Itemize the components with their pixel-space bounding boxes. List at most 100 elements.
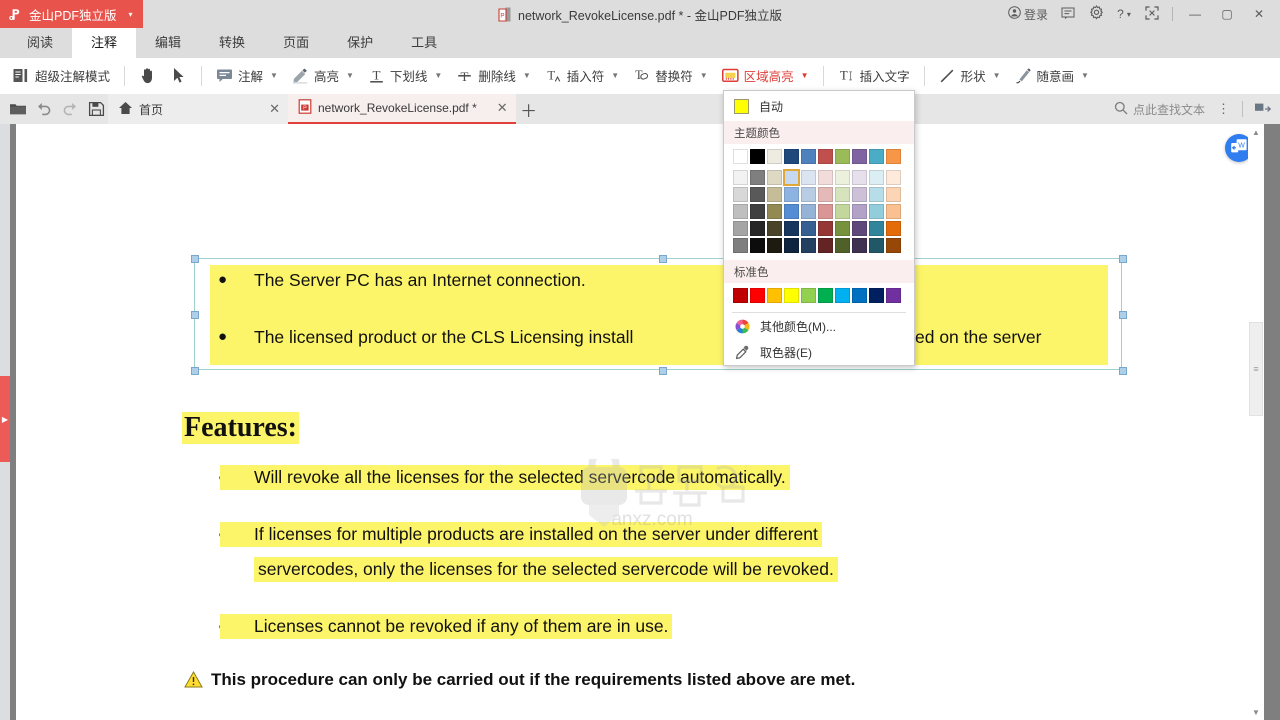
theme-shade-swatch-1-6[interactable]	[835, 187, 850, 202]
hand-tool-button[interactable]	[132, 61, 163, 91]
theme-shade-swatch-2-7[interactable]	[852, 204, 867, 219]
theme-shade-swatch-3-3[interactable]	[784, 221, 799, 236]
theme-shade-swatch-0-5[interactable]	[818, 170, 833, 185]
theme-shade-swatch-4-8[interactable]	[869, 238, 884, 253]
close-button[interactable]: ✕	[1244, 0, 1274, 28]
theme-shade-swatch-0-2[interactable]	[767, 170, 782, 185]
resize-handle-nw[interactable]	[191, 255, 199, 263]
undo-icon[interactable]	[32, 97, 56, 121]
theme-shade-swatch-4-3[interactable]	[784, 238, 799, 253]
theme-shade-swatch-3-0[interactable]	[733, 221, 748, 236]
theme-shade-swatch-3-9[interactable]	[886, 221, 901, 236]
theme-shade-swatch-4-6[interactable]	[835, 238, 850, 253]
chevron-down-icon[interactable]: ▼	[270, 71, 278, 80]
tab-edit[interactable]: 编辑	[136, 28, 200, 58]
highlight-button[interactable]: 高亮 ▼	[285, 61, 361, 91]
standard-color-swatch-2[interactable]	[767, 288, 782, 303]
theme-color-swatch-2[interactable]	[767, 149, 782, 164]
theme-shade-swatch-1-1[interactable]	[750, 187, 765, 202]
theme-shade-swatch-2-8[interactable]	[869, 204, 884, 219]
chevron-down-icon[interactable]: ▾	[129, 10, 133, 19]
close-icon[interactable]: ✕	[483, 100, 508, 116]
color-auto-item[interactable]: 自动	[724, 94, 914, 118]
theme-shade-swatch-3-7[interactable]	[852, 221, 867, 236]
theme-shade-swatch-1-7[interactable]	[852, 187, 867, 202]
freehand-draw-button[interactable]: 随意画 ▼	[1008, 61, 1096, 91]
standard-color-swatch-3[interactable]	[784, 288, 799, 303]
settings-button[interactable]	[1083, 1, 1109, 27]
theme-color-swatch-0[interactable]	[733, 149, 748, 164]
theme-shade-swatch-3-1[interactable]	[750, 221, 765, 236]
vertical-scrollbar[interactable]: ▲ ≡ ▼	[1248, 124, 1264, 720]
document-page[interactable]: ● The Server PC has an Internet connecti…	[16, 124, 1237, 720]
theme-shade-swatch-4-0[interactable]	[733, 238, 748, 253]
theme-shade-swatch-2-9[interactable]	[886, 204, 901, 219]
tab-annotate[interactable]: 注释	[72, 28, 137, 58]
help-button[interactable]: ? ▾	[1111, 1, 1137, 27]
new-tab-button[interactable]: ＋	[516, 96, 542, 122]
shape-button[interactable]: 形状 ▼	[932, 61, 1008, 91]
chevron-down-icon[interactable]: ▼	[346, 71, 354, 80]
theme-shade-swatch-1-8[interactable]	[869, 187, 884, 202]
find-text-box[interactable]: 点此查找文本	[1110, 101, 1209, 118]
theme-shade-swatch-1-0[interactable]	[733, 187, 748, 202]
theme-shade-swatch-1-3[interactable]	[784, 187, 799, 202]
theme-shade-swatch-2-6[interactable]	[835, 204, 850, 219]
theme-shade-swatch-1-4[interactable]	[801, 187, 816, 202]
tab-page[interactable]: 页面	[264, 28, 328, 58]
theme-shade-swatch-3-5[interactable]	[818, 221, 833, 236]
tab-home[interactable]: 首页 ✕	[108, 94, 288, 124]
theme-color-swatch-6[interactable]	[835, 149, 850, 164]
theme-shade-swatch-0-7[interactable]	[852, 170, 867, 185]
super-annotate-mode-button[interactable]: 超级注解模式	[6, 61, 117, 91]
theme-shade-swatch-3-2[interactable]	[767, 221, 782, 236]
tab-protect[interactable]: 保护	[328, 28, 392, 58]
theme-shade-swatch-4-2[interactable]	[767, 238, 782, 253]
underline-button[interactable]: T 下划线 ▼	[361, 61, 449, 91]
chevron-down-icon[interactable]: ▼	[801, 71, 809, 80]
theme-color-swatch-9[interactable]	[886, 149, 901, 164]
fullscreen-button[interactable]	[1139, 1, 1165, 27]
resize-handle-sw[interactable]	[191, 367, 199, 375]
login-button[interactable]: 登录	[1003, 1, 1053, 27]
resize-handle-e[interactable]	[1119, 311, 1127, 319]
eyedropper-item[interactable]: 取色器(E)	[724, 339, 914, 365]
standard-color-swatch-8[interactable]	[869, 288, 884, 303]
standard-color-swatch-7[interactable]	[852, 288, 867, 303]
theme-shade-swatch-2-5[interactable]	[818, 204, 833, 219]
select-tool-button[interactable]	[163, 61, 194, 91]
insert-caret-button[interactable]: T 插入符 ▼	[538, 61, 626, 91]
theme-color-swatch-1[interactable]	[750, 149, 765, 164]
redo-icon[interactable]	[58, 97, 82, 121]
theme-color-swatch-5[interactable]	[818, 149, 833, 164]
tab-convert[interactable]: 转换	[200, 28, 264, 58]
theme-shade-swatch-0-4[interactable]	[801, 170, 816, 185]
replace-button[interactable]: T 替换符 ▼	[626, 61, 714, 91]
standard-color-swatch-9[interactable]	[886, 288, 901, 303]
theme-shade-swatch-1-5[interactable]	[818, 187, 833, 202]
chevron-down-icon[interactable]: ▼	[523, 71, 531, 80]
area-highlight-button[interactable]: 区域高亮 ▼	[715, 61, 816, 91]
resize-handle-s[interactable]	[659, 367, 667, 375]
chevron-down-icon[interactable]: ▼	[611, 71, 619, 80]
resize-handle-w[interactable]	[191, 311, 199, 319]
tab-tools[interactable]: 工具	[392, 28, 456, 58]
tab-document[interactable]: P network_RevokeLicense.pdf * ✕	[288, 94, 516, 124]
resize-handle-ne[interactable]	[1119, 255, 1127, 263]
theme-color-swatch-7[interactable]	[852, 149, 867, 164]
theme-color-swatch-8[interactable]	[869, 149, 884, 164]
theme-shade-swatch-0-8[interactable]	[869, 170, 884, 185]
standard-color-swatch-0[interactable]	[733, 288, 748, 303]
theme-shade-swatch-3-8[interactable]	[869, 221, 884, 236]
theme-shade-swatch-4-9[interactable]	[886, 238, 901, 253]
left-panel-expand-handle[interactable]: ▶	[0, 376, 10, 462]
theme-shade-swatch-0-6[interactable]	[835, 170, 850, 185]
scrollbar-thumb[interactable]: ≡	[1249, 322, 1263, 416]
theme-shade-swatch-2-2[interactable]	[767, 204, 782, 219]
more-options-button[interactable]: ⋮	[1213, 101, 1235, 117]
panel-toggle-icon[interactable]	[1250, 97, 1274, 121]
standard-color-swatch-5[interactable]	[818, 288, 833, 303]
tab-read[interactable]: 阅读	[8, 28, 72, 58]
theme-shade-swatch-2-3[interactable]	[784, 204, 799, 219]
theme-shade-swatch-0-3[interactable]	[783, 169, 800, 186]
